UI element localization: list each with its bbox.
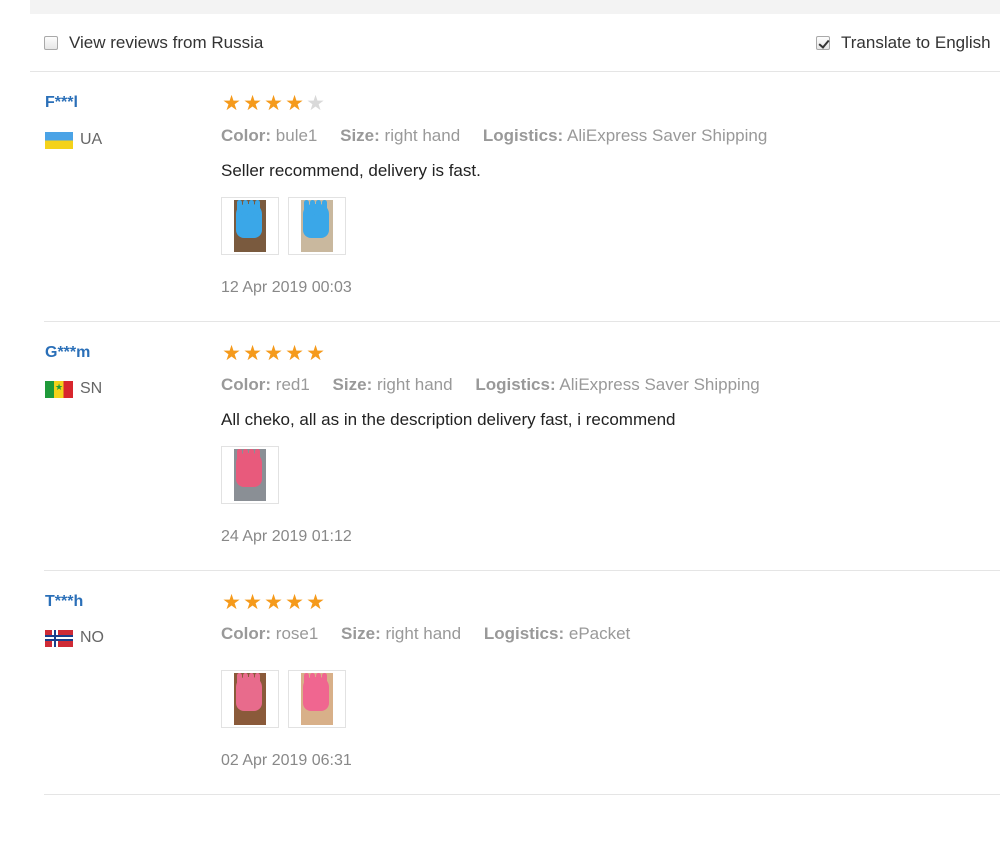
translate-label: Translate to English [841,33,991,52]
glove-photo-image [301,673,333,725]
review-photo-thumbnail[interactable] [288,670,346,728]
review-photos [221,670,355,728]
review-text: Seller recommend, delivery is fast. [221,161,481,180]
reviewer-country: NO [45,629,104,647]
senegal-flag-icon [45,380,73,398]
logistics-key: Logistics: [475,375,556,394]
review-photo-thumbnail[interactable] [221,446,279,504]
logistics-value: AliExpress Saver Shipping [567,126,768,145]
ukraine-flag-icon [45,131,73,149]
review-attributes: Color: red1 Size: right hand Logistics: … [221,375,778,395]
size-key: Size: [340,126,380,145]
size-value: right hand [376,375,453,394]
reviewer-country: SN [45,380,102,398]
glove-photo-image [234,200,266,252]
review-divider [44,321,1000,322]
star-filled-icon: ★ [243,342,262,365]
color-value: bule1 [275,126,318,145]
country-code: SN [80,380,103,397]
color-key: Color: [221,375,272,394]
size-value: right hand [384,126,461,145]
filters-divider [30,71,1000,72]
view-russia-checkbox[interactable] [44,36,58,50]
star-filled-icon: ★ [306,342,325,365]
review-filters: View reviews from Russia Translate to En… [30,28,1000,64]
star-filled-icon: ★ [264,92,283,115]
color-key: Color: [221,624,272,643]
review-date: 12 Apr 2019 00:03 [221,279,352,296]
star-filled-icon: ★ [264,591,283,614]
logistics-value: AliExpress Saver Shipping [559,375,760,394]
glove-photo-image [301,200,333,252]
color-key: Color: [221,126,272,145]
star-rating: ★ ★ ★ ★ ★ [221,343,326,364]
translate-filter[interactable]: Translate to English [816,33,991,53]
review-photos [221,446,288,504]
review-attributes: Color: bule1 Size: right hand Logistics:… [221,126,785,146]
size-key: Size: [332,375,373,394]
review-date: 24 Apr 2019 01:12 [221,528,352,545]
star-empty-icon: ★ [306,92,325,115]
star-filled-icon: ★ [222,591,241,614]
country-code: UA [80,131,103,148]
tab-bar-strip [30,0,1000,14]
star-filled-icon: ★ [222,92,241,115]
review-photo-thumbnail[interactable] [288,197,346,255]
size-key: Size: [341,624,381,643]
size-value: right hand [385,624,462,643]
star-filled-icon: ★ [285,342,304,365]
review-photo-thumbnail[interactable] [221,670,279,728]
logistics-value: ePacket [568,624,631,643]
star-filled-icon: ★ [222,342,241,365]
review-date: 02 Apr 2019 06:31 [221,752,352,769]
reviewer-name[interactable]: F***l [45,94,78,112]
star-filled-icon: ★ [285,591,304,614]
review-photo-thumbnail[interactable] [221,197,279,255]
logistics-key: Logistics: [483,624,565,643]
review-divider [44,794,1000,795]
star-filled-icon: ★ [243,92,262,115]
glove-photo-image [234,449,266,501]
star-rating: ★ ★ ★ ★ ★ [221,93,326,114]
translate-checkbox[interactable] [816,36,830,50]
reviewer-country: UA [45,131,102,149]
reviewer-name[interactable]: G***m [45,344,90,362]
star-filled-icon: ★ [306,591,325,614]
star-rating: ★ ★ ★ ★ ★ [221,592,326,613]
color-value: red1 [275,375,310,394]
country-code: NO [80,629,104,646]
review-text: All cheko, all as in the description del… [221,410,676,429]
star-filled-icon: ★ [285,92,304,115]
star-filled-icon: ★ [264,342,283,365]
glove-photo-image [234,673,266,725]
review-attributes: Color: rose1 Size: right hand Logistics:… [221,624,648,644]
reviewer-name[interactable]: T***h [45,593,83,611]
norway-flag-icon [45,629,73,647]
review-photos [221,197,355,255]
logistics-key: Logistics: [482,126,564,145]
view-russia-label: View reviews from Russia [69,33,264,52]
color-value: rose1 [275,624,319,643]
review-divider [44,570,1000,571]
star-filled-icon: ★ [243,591,262,614]
view-russia-filter[interactable]: View reviews from Russia [44,33,263,53]
